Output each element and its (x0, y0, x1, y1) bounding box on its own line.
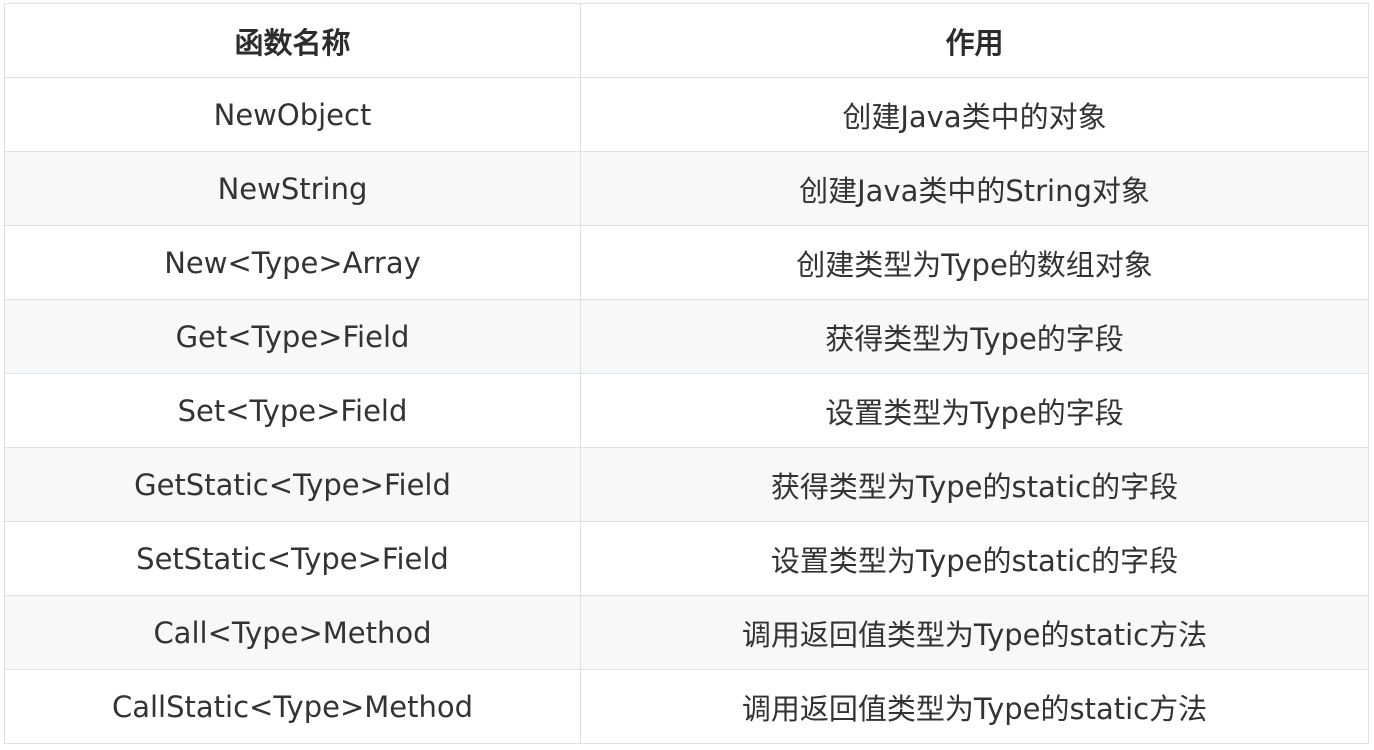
cell-purpose: 获得类型为Type的static的字段 (580, 447, 1369, 522)
table-row: CallStatic<Type>Method 调用返回值类型为Type的stat… (4, 669, 1369, 744)
cell-function-name: Get<Type>Field (4, 299, 581, 374)
cell-function-name: Call<Type>Method (4, 595, 581, 670)
cell-function-name: NewObject (4, 77, 581, 152)
table-header-row: 函数名称 作用 (4, 3, 1369, 78)
table-row: New<Type>Array 创建类型为Type的数组对象 (4, 225, 1369, 300)
cell-purpose: 创建类型为Type的数组对象 (580, 225, 1369, 300)
table-row: GetStatic<Type>Field 获得类型为Type的static的字段 (4, 447, 1369, 522)
cell-function-name: New<Type>Array (4, 225, 581, 300)
table-row: Get<Type>Field 获得类型为Type的字段 (4, 299, 1369, 374)
cell-function-name: CallStatic<Type>Method (4, 669, 581, 744)
cell-function-name: GetStatic<Type>Field (4, 447, 581, 522)
table-row: SetStatic<Type>Field 设置类型为Type的static的字段 (4, 521, 1369, 596)
cell-purpose: 创建Java类中的对象 (580, 77, 1369, 152)
cell-purpose: 获得类型为Type的字段 (580, 299, 1369, 374)
table-row: NewString 创建Java类中的String对象 (4, 151, 1369, 226)
table-row: NewObject 创建Java类中的对象 (4, 77, 1369, 152)
cell-purpose: 调用返回值类型为Type的static方法 (580, 669, 1369, 744)
jni-function-table-container: 函数名称 作用 NewObject 创建Java类中的对象 NewString … (4, 3, 1369, 744)
cell-function-name: SetStatic<Type>Field (4, 521, 581, 596)
table-body: NewObject 创建Java类中的对象 NewString 创建Java类中… (4, 77, 1369, 744)
table-header: 函数名称 作用 (4, 3, 1369, 78)
header-purpose: 作用 (580, 3, 1369, 78)
cell-purpose: 调用返回值类型为Type的static方法 (580, 595, 1369, 670)
table-row: Call<Type>Method 调用返回值类型为Type的static方法 (4, 595, 1369, 670)
cell-function-name: Set<Type>Field (4, 373, 581, 448)
cell-purpose: 设置类型为Type的字段 (580, 373, 1369, 448)
table-row: Set<Type>Field 设置类型为Type的字段 (4, 373, 1369, 448)
cell-purpose: 设置类型为Type的static的字段 (580, 521, 1369, 596)
cell-function-name: NewString (4, 151, 581, 226)
jni-function-table: 函数名称 作用 NewObject 创建Java类中的对象 NewString … (4, 3, 1369, 744)
header-function-name: 函数名称 (4, 3, 581, 78)
cell-purpose: 创建Java类中的String对象 (580, 151, 1369, 226)
